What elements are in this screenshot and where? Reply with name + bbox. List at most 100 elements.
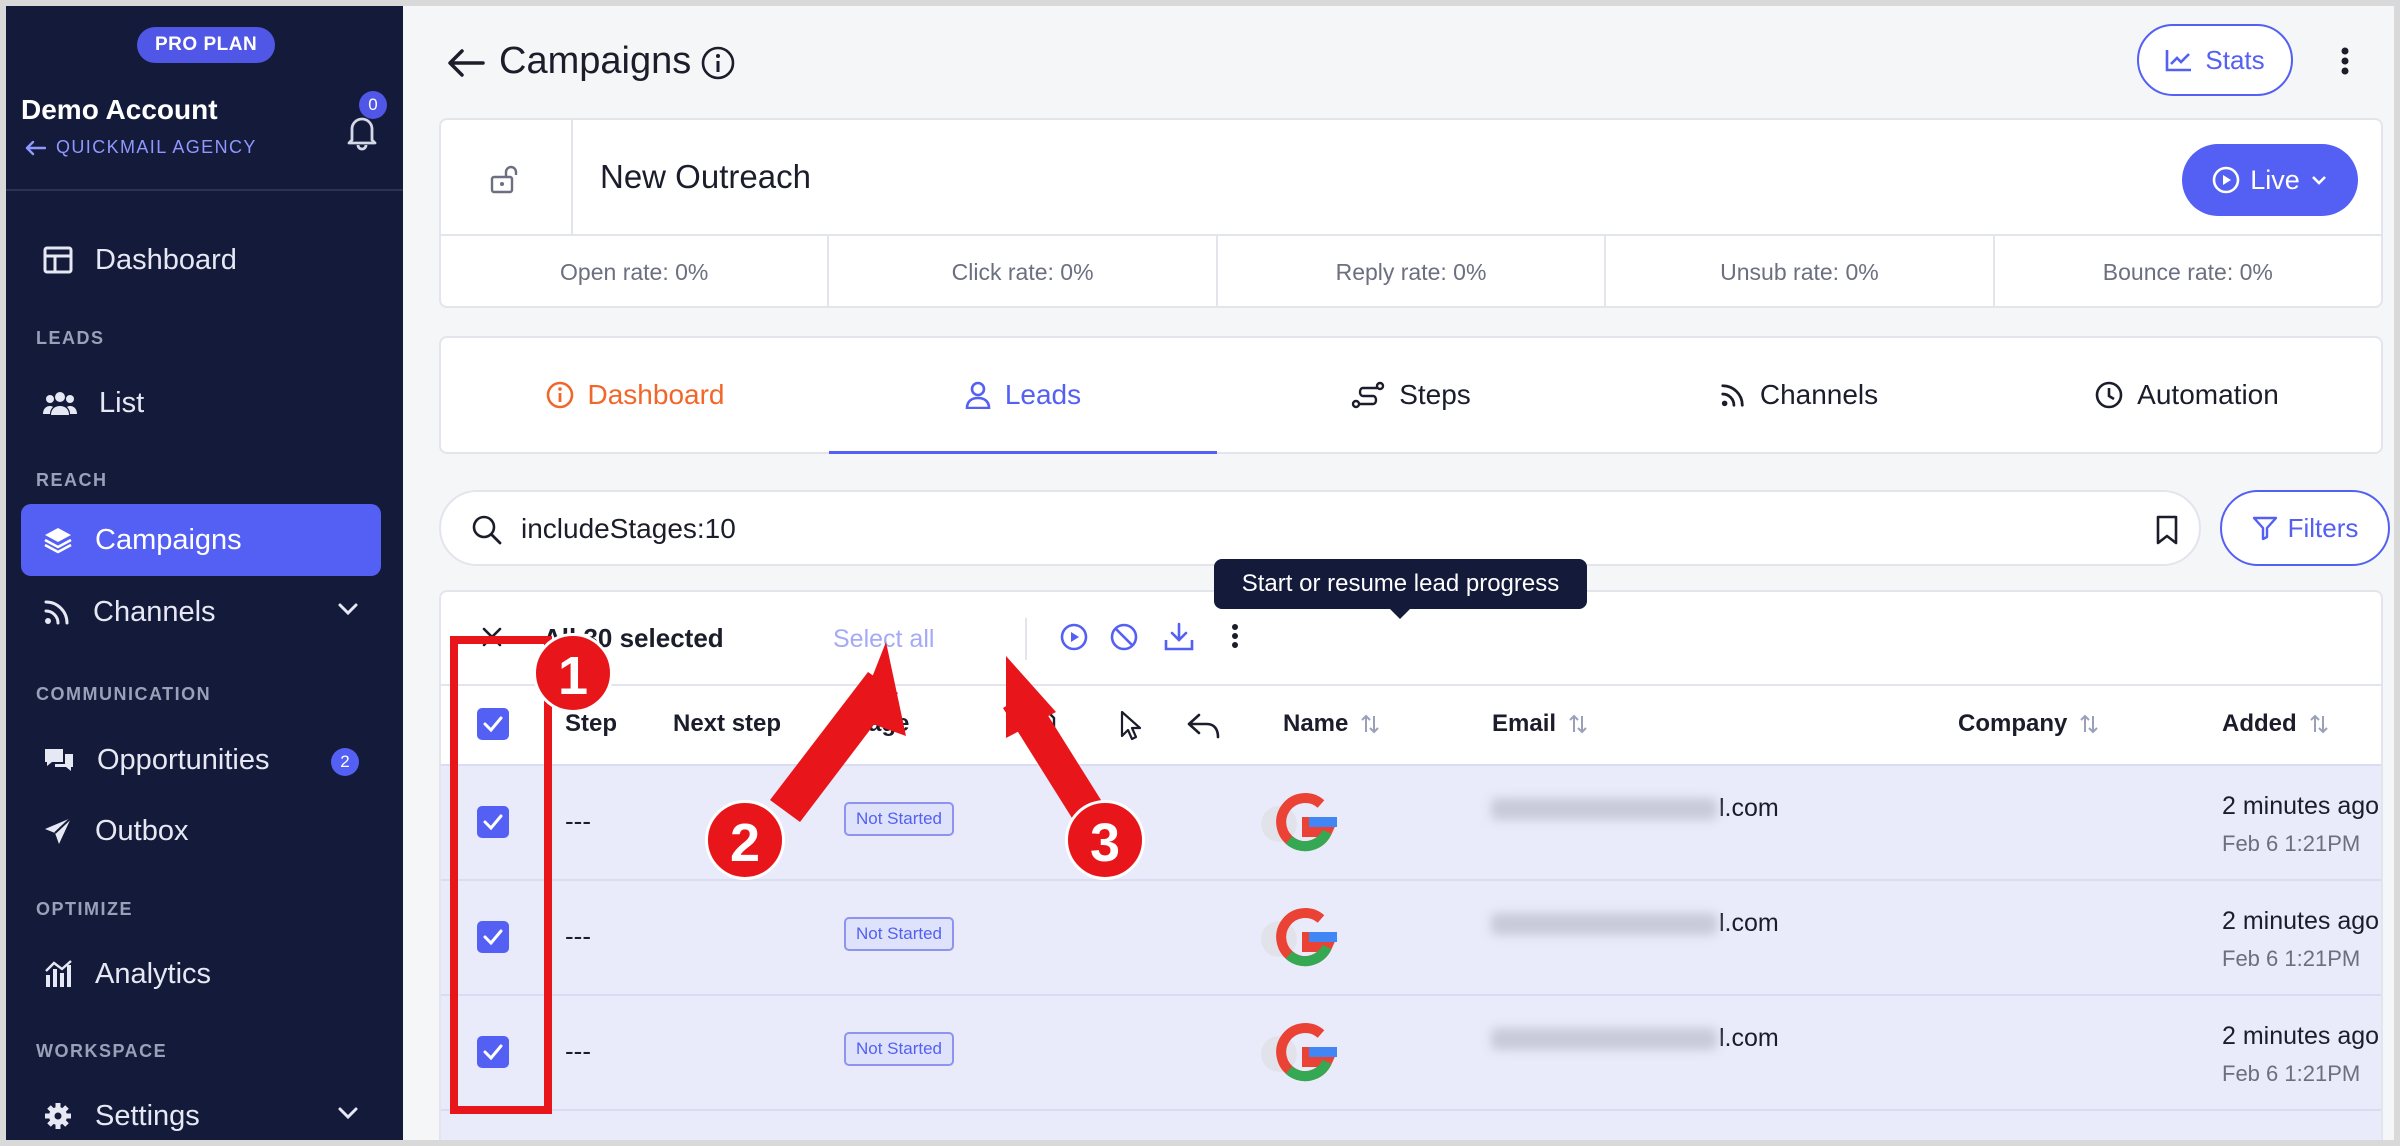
play-circle-icon[interactable] — [1059, 622, 1089, 652]
sidebar-item-outbox[interactable]: Outbox — [21, 795, 381, 867]
section-label-reach: REACH — [36, 470, 108, 490]
email-value: l.com — [1491, 909, 1779, 938]
sidebar-item-channels[interactable]: Channels — [21, 576, 381, 648]
chevron-down-icon — [338, 1107, 358, 1120]
live-status-button[interactable]: Live — [2182, 144, 2358, 216]
analytics-icon — [45, 960, 72, 987]
click-rate: Click rate: 0% — [829, 236, 1218, 308]
tab-label: Leads — [1004, 379, 1082, 410]
tab-dashboard[interactable]: Dashboard — [441, 338, 829, 452]
column-next-step[interactable]: Next step — [673, 710, 781, 738]
agency-link[interactable]: QUICKMAIL AGENCY — [24, 137, 257, 158]
row-checkbox[interactable] — [477, 806, 509, 838]
sidebar-item-opportunities[interactable]: Opportunities 2 — [21, 724, 381, 796]
google-avatar-icon — [1261, 908, 1337, 967]
lock-toggle[interactable] — [441, 120, 573, 234]
info-icon[interactable] — [701, 46, 735, 80]
column-label: Company — [1958, 710, 2068, 737]
section-label-workspace: WORKSPACE — [36, 1041, 168, 1061]
tab-leads[interactable]: Leads — [829, 338, 1217, 454]
step-value: --- — [565, 921, 591, 951]
stats-button[interactable]: Stats — [2137, 24, 2293, 96]
callout-2: 2 — [705, 800, 785, 880]
sort-icon — [2080, 714, 2099, 734]
callout-1: 1 — [533, 633, 613, 713]
stage-badge: Not Started — [844, 1032, 954, 1066]
open-rate: Open rate: 0% — [441, 236, 830, 308]
added-relative: 2 minutes ago — [2222, 1022, 2380, 1050]
main-content: Campaigns Stats New Outreach Live Open r… — [403, 6, 2394, 1140]
column-step[interactable]: Step — [565, 710, 617, 738]
sidebar-item-settings[interactable]: Settings — [21, 1080, 381, 1140]
chat-icon — [45, 749, 73, 771]
sort-icon — [1569, 714, 1587, 734]
back-arrow-icon[interactable] — [447, 48, 485, 78]
sidebar-item-label: Dashboard — [95, 243, 237, 276]
sidebar-item-label: Campaigns — [95, 523, 242, 556]
column-added[interactable]: Added — [2222, 710, 2329, 738]
dashboard-icon — [43, 246, 73, 274]
sidebar-item-label: Outbox — [95, 814, 189, 847]
table-row[interactable]: --- Not Started l.com 2 minutes ago Feb 6… — [441, 994, 2381, 1109]
tab-channels[interactable]: Channels — [1605, 338, 1993, 452]
sidebar-item-analytics[interactable]: Analytics — [21, 938, 381, 1010]
email-suffix: l.com — [1719, 909, 1779, 937]
more-options-icon[interactable] — [2340, 46, 2350, 76]
row-checkbox[interactable] — [477, 1036, 509, 1068]
stage-badge: Not Started — [844, 802, 954, 836]
search-bar — [439, 490, 2201, 566]
table-row[interactable] — [441, 1109, 2381, 1140]
column-company[interactable]: Company — [1958, 710, 2099, 738]
download-icon[interactable] — [1163, 622, 1195, 652]
column-stage[interactable]: Stage — [844, 710, 909, 738]
campaign-name[interactable]: New Outreach — [600, 158, 811, 196]
info-icon — [546, 381, 573, 409]
table-header: Step Next step Stage Name Email Company … — [441, 684, 2381, 764]
cursor-icon[interactable] — [1119, 710, 1143, 742]
rss-icon — [44, 600, 69, 625]
added-value: 2 minutes ago Feb 6 1:21PM — [2222, 792, 2379, 857]
users-icon — [43, 392, 77, 415]
tab-label: Channels — [1759, 379, 1879, 410]
rss-icon — [1721, 384, 1744, 407]
sidebar-item-list[interactable]: List — [21, 367, 381, 439]
added-date: Feb 6 1:21PM — [2222, 831, 2361, 856]
row-checkbox[interactable] — [477, 921, 509, 953]
added-date: Feb 6 1:21PM — [2222, 1061, 2361, 1086]
table-row[interactable]: --- Not Started l.com 2 minutes ago Feb 6… — [441, 879, 2381, 994]
sidebar-item-dashboard[interactable]: Dashboard — [21, 224, 381, 296]
google-avatar-icon — [1261, 793, 1337, 852]
sidebar-item-label: Analytics — [95, 957, 212, 990]
rate-stats: Open rate: 0% Click rate: 0% Reply rate:… — [441, 234, 2381, 308]
steps-icon — [1351, 381, 1385, 409]
column-email[interactable]: Email — [1492, 710, 1588, 738]
column-name[interactable]: Name — [1283, 710, 1380, 738]
sidebar-item-campaigns[interactable]: Campaigns — [21, 504, 381, 576]
close-icon[interactable] — [481, 626, 503, 648]
search-icon — [472, 515, 502, 545]
document-icon[interactable] — [1031, 710, 1057, 740]
tab-label: Automation — [2137, 379, 2279, 410]
google-avatar-icon — [1261, 1023, 1337, 1082]
redacted-text — [1491, 798, 1717, 821]
account-name[interactable]: Demo Account — [21, 94, 218, 126]
reply-icon[interactable] — [1187, 712, 1221, 740]
tab-automation[interactable]: Automation — [1993, 338, 2381, 452]
search-input[interactable] — [521, 506, 2081, 552]
filters-button[interactable]: Filters — [2220, 490, 2390, 566]
clock-icon — [2095, 381, 2123, 409]
ban-icon[interactable] — [1109, 622, 1139, 652]
bookmark-icon[interactable] — [2155, 514, 2179, 546]
plan-badge: PRO PLAN — [137, 27, 276, 63]
select-all-button[interactable]: Select all — [833, 625, 934, 654]
select-all-checkbox[interactable] — [477, 708, 509, 740]
layers-icon — [44, 528, 72, 554]
filters-label: Filters — [2287, 512, 2359, 543]
more-options-icon[interactable] — [1231, 622, 1239, 650]
email-suffix: l.com — [1719, 794, 1779, 822]
sidebar: PRO PLAN Demo Account QUICKMAIL AGENCY 0… — [6, 6, 403, 1140]
google-avatar-icon — [1259, 1129, 1339, 1140]
tab-steps[interactable]: Steps — [1217, 338, 1605, 452]
added-relative: 2 minutes ago — [2222, 907, 2380, 935]
chart-line-icon — [2166, 50, 2192, 72]
